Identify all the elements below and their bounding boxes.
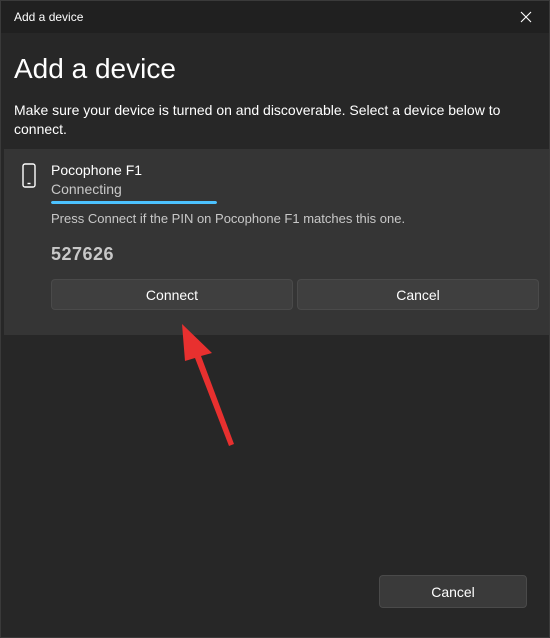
progress-indicator [51, 201, 217, 204]
annotation-arrow-icon [182, 324, 234, 446]
dialog-cancel-button[interactable]: Cancel [379, 575, 527, 608]
connect-button[interactable]: Connect [51, 279, 293, 310]
pin-code: 527626 [51, 244, 115, 264]
pin-instruction: Press Connect if the PIN on Pocophone F1… [51, 211, 406, 226]
page-title: Add a device [14, 53, 176, 84]
close-button[interactable] [503, 1, 549, 33]
window-title: Add a device [14, 10, 84, 24]
instruction-text: Make sure your device is turned on and d… [14, 102, 501, 137]
device-cancel-button[interactable]: Cancel [297, 279, 539, 310]
device-status: Connecting [51, 181, 122, 197]
device-list-item[interactable]: Pocophone F1 Connecting Press Connect if… [4, 149, 549, 335]
title-bar: Add a device [1, 1, 549, 33]
close-icon [520, 11, 532, 23]
dialog-content: Add a device Make sure your device is tu… [1, 33, 549, 637]
connecting-progress-bar [51, 201, 217, 204]
device-name: Pocophone F1 [51, 162, 143, 178]
phone-icon [22, 163, 36, 188]
add-device-dialog: Add a device Add a device Make sure your… [0, 0, 550, 638]
